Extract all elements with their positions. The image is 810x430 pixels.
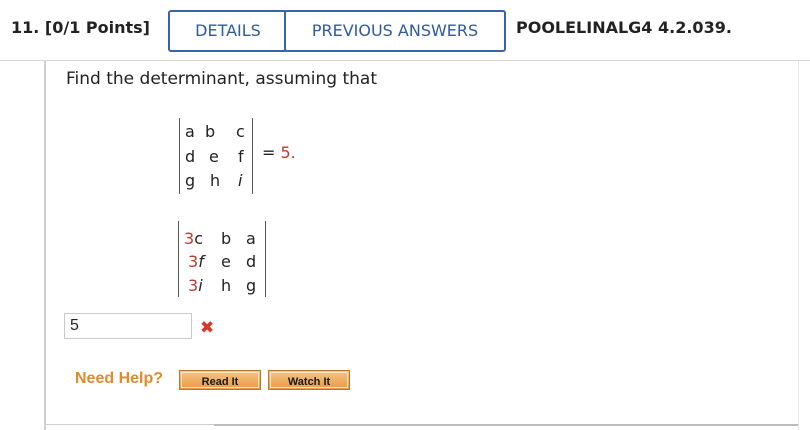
coefficient: 3	[188, 276, 199, 295]
matrix-cell: a	[185, 122, 195, 141]
question-reference: POOLELINALG4 4.2.039.	[516, 18, 732, 37]
matrix-cell: b	[205, 122, 216, 141]
matrix-cell: h	[221, 276, 232, 295]
details-button[interactable]: DETAILS	[168, 10, 288, 52]
read-it-button[interactable]: Read It	[179, 370, 261, 390]
watch-it-button[interactable]: Watch It	[268, 370, 350, 390]
matrix-cell: i	[238, 171, 243, 190]
coefficient: 3	[188, 252, 199, 271]
matrix-cell: e	[209, 147, 219, 166]
question-header: 11. [0/1 Points] DETAILS PREVIOUS ANSWER…	[0, 0, 810, 61]
matrix-cell: 3i	[188, 276, 203, 295]
equals-sign: =	[262, 143, 276, 162]
matrix-var: c	[194, 229, 203, 248]
matrix-cell: b	[221, 229, 232, 248]
question-number: 11. [0/1 Points]	[11, 18, 150, 37]
given-determinant: a b c d e f g h i	[179, 118, 253, 194]
matrix-cell: h	[210, 171, 221, 190]
given-value: = 5.	[262, 143, 296, 162]
matrix-var: i	[198, 276, 203, 295]
matrix-cell: e	[221, 252, 231, 271]
previous-answers-button[interactable]: PREVIOUS ANSWERS	[284, 10, 506, 52]
right-divider	[798, 61, 799, 430]
matrix-cell: d	[246, 252, 257, 271]
coefficient: 3	[184, 229, 195, 248]
target-determinant: 3c b a 3f e d 3i h g	[178, 221, 266, 297]
question-prompt: Find the determinant, assuming that	[66, 69, 378, 89]
given-value-number: 5.	[280, 143, 296, 162]
matrix-cell: d	[185, 147, 196, 166]
matrix-cell: c	[236, 122, 245, 141]
answer-input[interactable]	[64, 313, 192, 339]
left-divider	[44, 61, 46, 430]
bottom-divider-dark	[214, 424, 798, 426]
matrix-cell: g	[185, 171, 196, 190]
matrix-cell: f	[238, 147, 244, 166]
matrix-var: f	[198, 252, 204, 271]
matrix-cell: g	[246, 276, 257, 295]
matrix-cell: 3c	[184, 229, 203, 248]
matrix-cell: 3f	[188, 252, 204, 271]
need-help-label: Need Help?	[75, 370, 164, 387]
matrix-cell: a	[246, 229, 256, 248]
x-icon: ✖	[200, 318, 215, 338]
